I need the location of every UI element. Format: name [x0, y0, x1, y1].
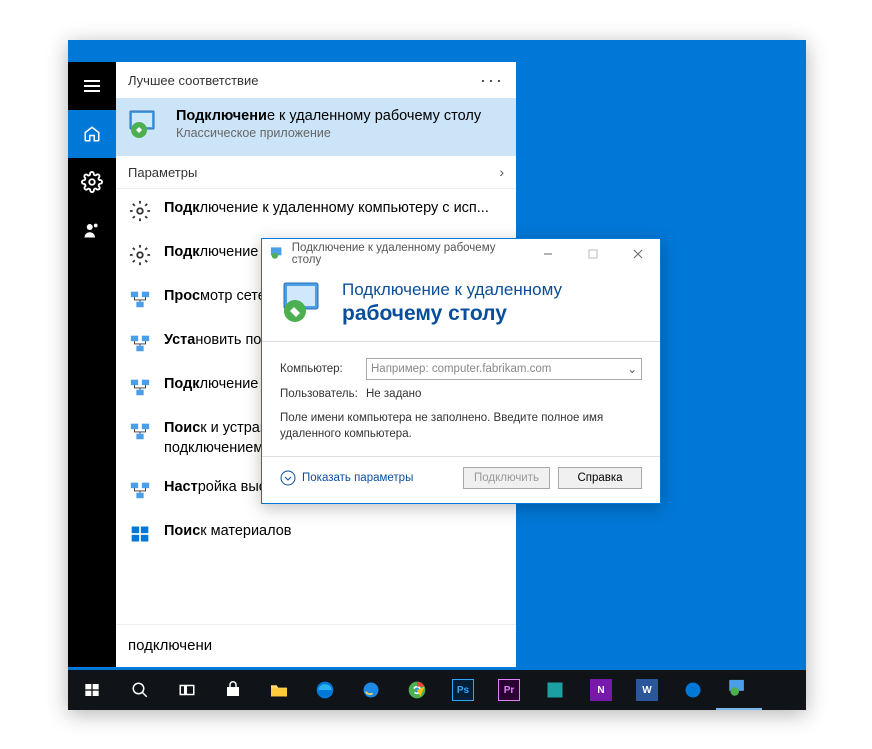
chevron-down-icon: ⌄	[627, 362, 637, 376]
computer-combobox[interactable]: Например: computer.fabrikam.com ⌄	[366, 358, 642, 380]
user-icon[interactable]	[68, 206, 116, 254]
gear-icon	[128, 199, 152, 223]
chevron-down-circle-icon	[280, 470, 296, 486]
settings-gear-icon[interactable]	[68, 158, 116, 206]
settings-section-header[interactable]: Параметры ›	[116, 156, 516, 189]
computer-label: Компьютер:	[280, 363, 356, 375]
onenote-icon[interactable]: N	[578, 670, 624, 710]
search-icon[interactable]	[116, 670, 164, 710]
rdp-taskbar-icon[interactable]	[716, 670, 762, 710]
chrome-icon[interactable]	[394, 670, 440, 710]
store-icon[interactable]	[210, 670, 256, 710]
premiere-icon[interactable]: Pr	[486, 670, 532, 710]
maximize-button[interactable]	[570, 239, 615, 269]
start-button[interactable]	[68, 670, 116, 710]
app-icon[interactable]	[670, 670, 716, 710]
show-options-toggle[interactable]: Показать параметры	[280, 470, 413, 486]
best-match-title: Подключение к удаленному рабочему столу	[176, 108, 481, 124]
search-result-item[interactable]: Поиск материалов	[116, 512, 516, 556]
start-left-rail	[68, 62, 116, 667]
edge-icon[interactable]	[302, 670, 348, 710]
taskbar: Ps Pr N W	[68, 670, 806, 710]
rdp-titlebar-icon	[270, 246, 286, 262]
rdp-banner-text: Подключение к удаленному рабочему столу	[342, 279, 562, 327]
best-match-label: Лучшее соответствие	[128, 73, 258, 88]
result-label: Поиск материалов	[164, 522, 292, 542]
more-options-icon[interactable]: ···	[480, 70, 504, 91]
network-icon	[128, 331, 152, 355]
best-match-item[interactable]: Подключение к удаленному рабочему столу …	[116, 98, 516, 156]
rdp-title-text: Подключение к удаленному рабочему столу	[292, 242, 525, 266]
result-label: Подключение к удаленному компьютеру с ис…	[164, 199, 489, 219]
home-icon[interactable]	[68, 110, 116, 158]
network-icon	[128, 478, 152, 502]
search-input[interactable]	[128, 637, 504, 654]
help-button[interactable]: Справка	[558, 467, 642, 489]
rdp-app-icon	[128, 108, 164, 144]
minimize-button[interactable]	[525, 239, 570, 269]
task-view-icon[interactable]	[164, 670, 210, 710]
gear-icon	[128, 243, 152, 267]
file-explorer-icon[interactable]	[256, 670, 302, 710]
network-icon	[128, 287, 152, 311]
search-result-item[interactable]: Подключение к удаленному компьютеру с ис…	[116, 189, 516, 233]
close-button[interactable]	[615, 239, 660, 269]
network-icon	[128, 375, 152, 399]
rdp-titlebar[interactable]: Подключение к удаленному рабочему столу	[262, 239, 660, 269]
chevron-right-icon: ›	[499, 164, 504, 180]
ie-icon[interactable]	[348, 670, 394, 710]
rdp-dialog: Подключение к удаленному рабочему столу …	[261, 238, 661, 504]
photoshop-icon[interactable]: Ps	[440, 670, 486, 710]
word-icon[interactable]: W	[624, 670, 670, 710]
help-text: Поле имени компьютера не заполнено. Введ…	[280, 410, 642, 442]
connect-button[interactable]: Подключить	[463, 467, 550, 489]
windows-logo-icon	[128, 522, 152, 546]
user-value: Не задано	[366, 388, 421, 400]
user-label: Пользователь:	[280, 388, 356, 400]
rdp-banner-icon	[280, 279, 328, 327]
best-match-subtitle: Классическое приложение	[176, 126, 481, 140]
hamburger-menu[interactable]	[68, 62, 116, 110]
network-icon	[128, 419, 152, 443]
app-icon[interactable]	[532, 670, 578, 710]
